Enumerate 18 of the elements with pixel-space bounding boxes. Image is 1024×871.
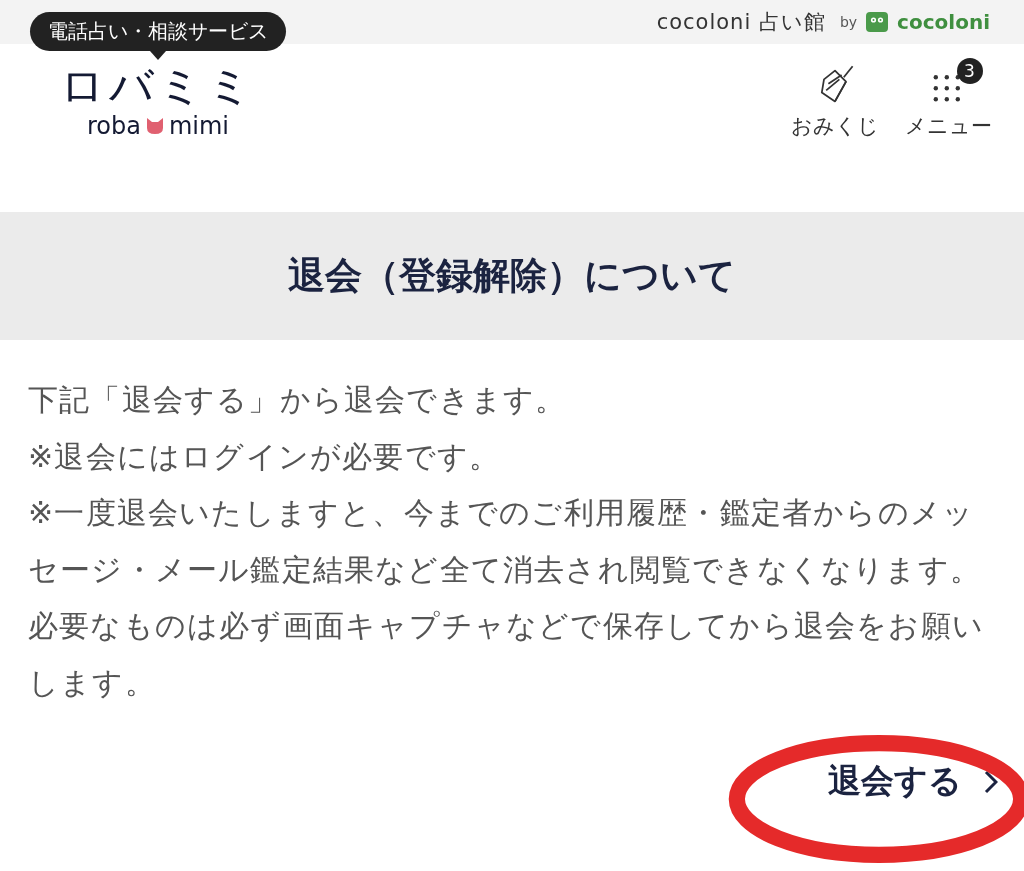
by-label: by [839, 14, 858, 30]
nav-button[interactable]: 3 メニュー [905, 54, 992, 140]
body-text: 下記「退会する」から退会できます。 [28, 381, 568, 419]
chevron-icon [984, 769, 998, 794]
body-text: ※退会にはログインが必要です。 [28, 437, 502, 476]
body-text: ※一度退会いたしますと、今までのご利用履歴・鑑定者からのメッセージ・メール鑑定結果など全て消去され閲覧できなくなります。必要なものは必ず画面キャプチャなどで保存してから退会をお願いします。 [28, 494, 984, 702]
tagline-bubble: 電話占い・相談サービス [30, 12, 286, 51]
logo-subtext: roba [86, 112, 141, 140]
site-logo[interactable]: ロバミミ [60, 64, 256, 108]
cat-icon [144, 117, 165, 135]
face-icon [865, 10, 890, 34]
page-title: 退会（登録解除）について [288, 253, 736, 299]
count-badge: 3 [956, 58, 983, 84]
brand-name[interactable]: cocoloni 占い館 [656, 8, 826, 36]
logo-subtext: mimi [168, 112, 230, 140]
bubble-pointer [150, 51, 166, 60]
nav-button[interactable]: おみくじ [791, 54, 879, 140]
partner-logo[interactable]: cocoloni [897, 10, 990, 34]
